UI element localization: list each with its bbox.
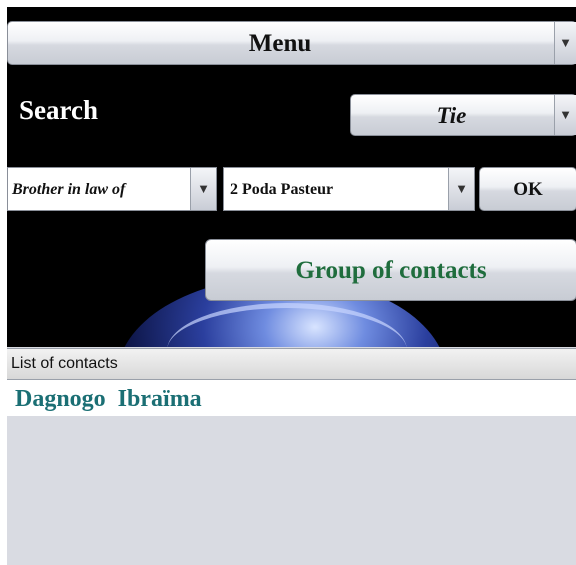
contacts-list[interactable]: Dagnogo Ibraïma [7, 380, 576, 565]
chevron-down-icon[interactable]: ▼ [190, 168, 216, 210]
app-window: Menu ▼ Search Tie ▼ Brother in law of ▼ … [7, 7, 576, 565]
relation-select[interactable]: Brother in law of ▼ [7, 167, 217, 211]
search-type-value: Tie [436, 103, 467, 128]
group-of-contacts-button[interactable]: Group of contacts [205, 239, 576, 301]
person-value: 2 Poda Pasteur [230, 181, 334, 198]
chevron-down-icon[interactable]: ▼ [554, 95, 576, 135]
person-select[interactable]: 2 Poda Pasteur ▼ [223, 167, 475, 211]
search-type-select[interactable]: Tie ▼ [350, 94, 576, 136]
list-item[interactable]: Dagnogo Ibraïma [7, 380, 576, 416]
search-label: Search [19, 95, 98, 125]
header-panel: Menu ▼ Search Tie ▼ Brother in law of ▼ … [7, 7, 576, 347]
ok-button[interactable]: OK [479, 167, 576, 211]
chevron-down-icon[interactable]: ▼ [554, 22, 576, 64]
relation-value: Brother in law of [12, 181, 126, 198]
contacts-list-header: List of contacts [7, 348, 576, 380]
chevron-down-icon[interactable]: ▼ [448, 168, 474, 210]
menu-dropdown[interactable]: Menu ▼ [7, 21, 576, 65]
menu-label: Menu [248, 30, 312, 57]
